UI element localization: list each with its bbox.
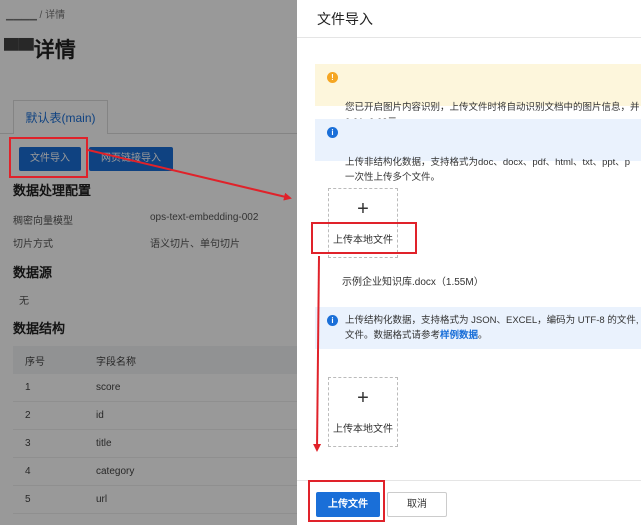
structured-info-line2: 文件。数据格式请参考 (345, 330, 441, 341)
drawer-title: 文件导入 (317, 11, 373, 27)
image-recognition-alert: ! 您已开启图片内容识别，上传文件时将自动识别文档中的图片信息，并 0.01~0… (315, 64, 641, 128)
cancel-button[interactable]: 取消 (387, 492, 447, 517)
upload-label: 上传本地文件 (333, 424, 393, 435)
uploaded-file-name: 示例企业知识库.docx（1.55M） (342, 277, 484, 288)
structured-info-alert: i 上传结构化数据，支持格式为 JSON、EXCEL，编码为 UTF-8 的文件… (315, 307, 641, 349)
structured-info-line2-end: 。 (478, 330, 488, 341)
info-icon: i (327, 127, 338, 138)
plus-icon: + (357, 387, 369, 409)
upload-local-file-structured[interactable]: + 上传本地文件 (328, 377, 398, 447)
annotation-box-upload-button (308, 480, 385, 522)
info-icon: i (327, 315, 338, 326)
unstructured-info-text: 上传非结构化数据，支持格式为doc、docx、pdf、html、txt、ppt、… (345, 157, 631, 183)
file-import-drawer: 文件导入 ! 您已开启图片内容识别，上传文件时将自动识别文档中的图片信息，并 0… (297, 0, 641, 525)
structured-info-line1: 上传结构化数据，支持格式为 JSON、EXCEL，编码为 UTF-8 的文件, (345, 315, 639, 326)
annotation-box-file-import (9, 137, 88, 178)
drawer-header-divider (297, 37, 641, 38)
unstructured-info-alert: i 上传非结构化数据，支持格式为doc、docx、pdf、html、txt、pp… (315, 119, 641, 183)
warning-icon: ! (327, 72, 338, 83)
modal-overlay[interactable] (0, 0, 297, 525)
sample-data-link[interactable]: 样例数据 (440, 330, 478, 341)
annotation-box-upload-local (311, 222, 417, 254)
plus-icon: + (357, 198, 369, 220)
